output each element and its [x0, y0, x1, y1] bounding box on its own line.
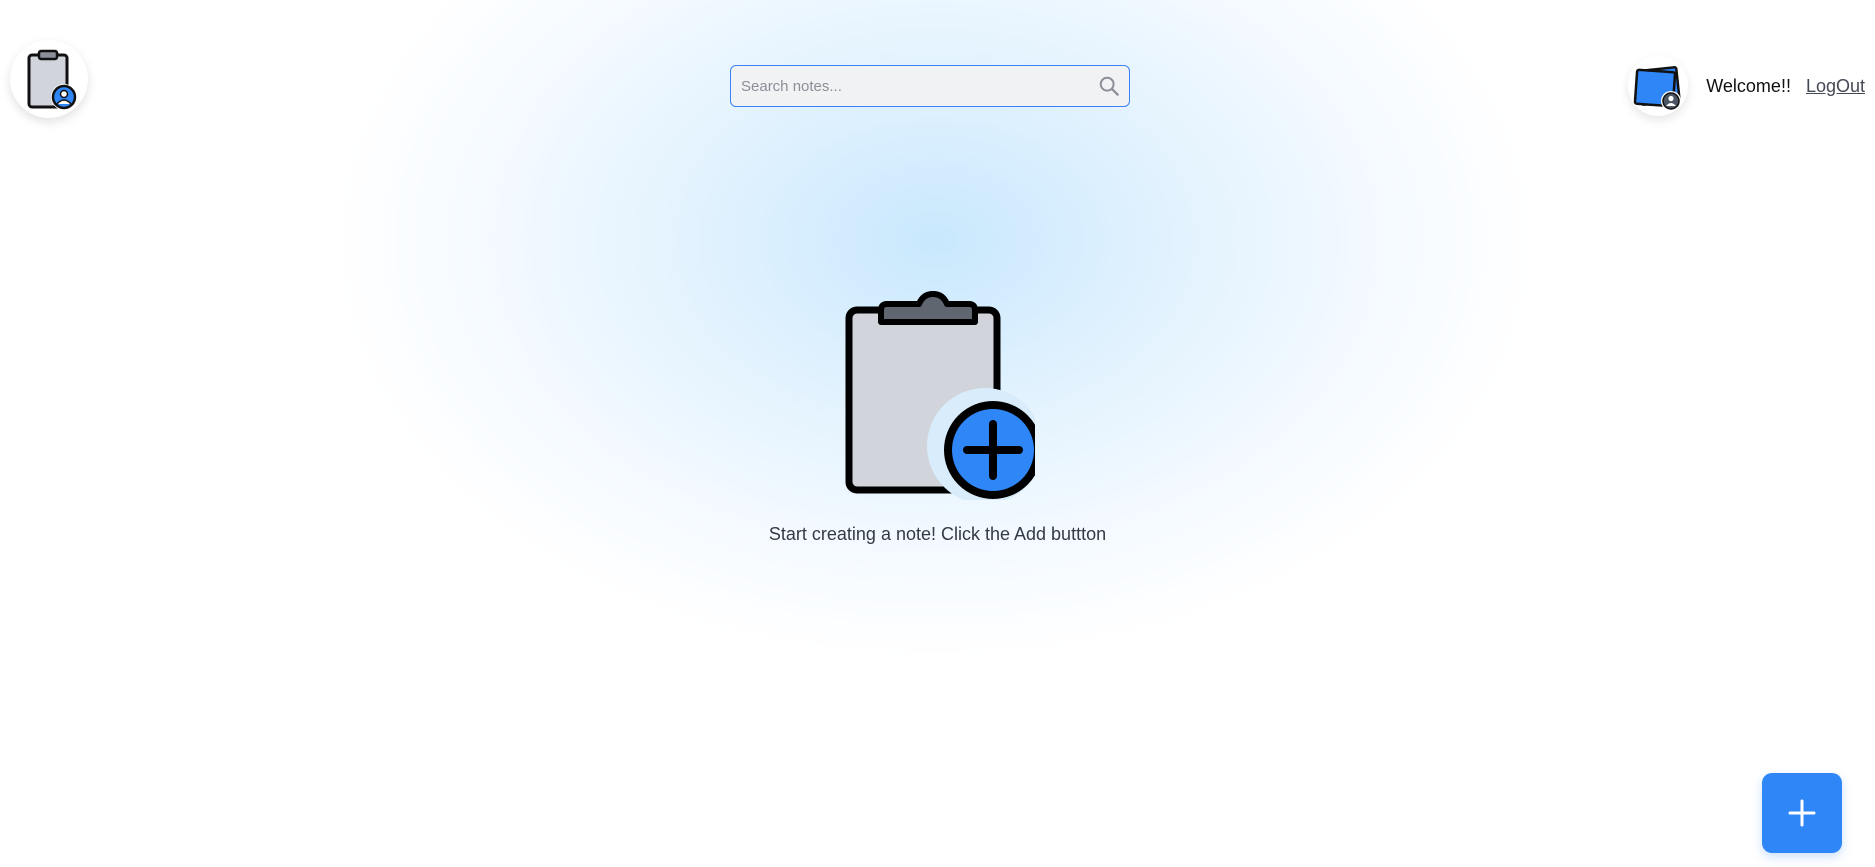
clipboard-add-icon	[845, 291, 1035, 500]
add-note-button[interactable]	[1762, 773, 1842, 853]
notes-user-avatar-icon	[1633, 66, 1682, 111]
plus-icon	[1788, 799, 1816, 827]
empty-state-message: Start creating a note! Click the Add but…	[768, 524, 1107, 544]
search-input[interactable]	[731, 65, 1097, 107]
clipboard-user-icon	[27, 49, 77, 110]
logout-link[interactable]: LogOut	[1806, 76, 1865, 97]
search-bar	[730, 65, 1130, 107]
empty-state: Start creating a note! Click the Add but…	[0, 290, 1875, 545]
search-icon[interactable]	[1097, 74, 1121, 98]
welcome-text: Welcome!!	[1706, 75, 1791, 96]
notes-app-page: Welcome!! LogOut Start creating a note! …	[0, 0, 1875, 867]
user-area: Welcome!! LogOut	[1628, 56, 1865, 116]
app-logo[interactable]	[10, 40, 88, 118]
avatar[interactable]	[1628, 56, 1689, 116]
